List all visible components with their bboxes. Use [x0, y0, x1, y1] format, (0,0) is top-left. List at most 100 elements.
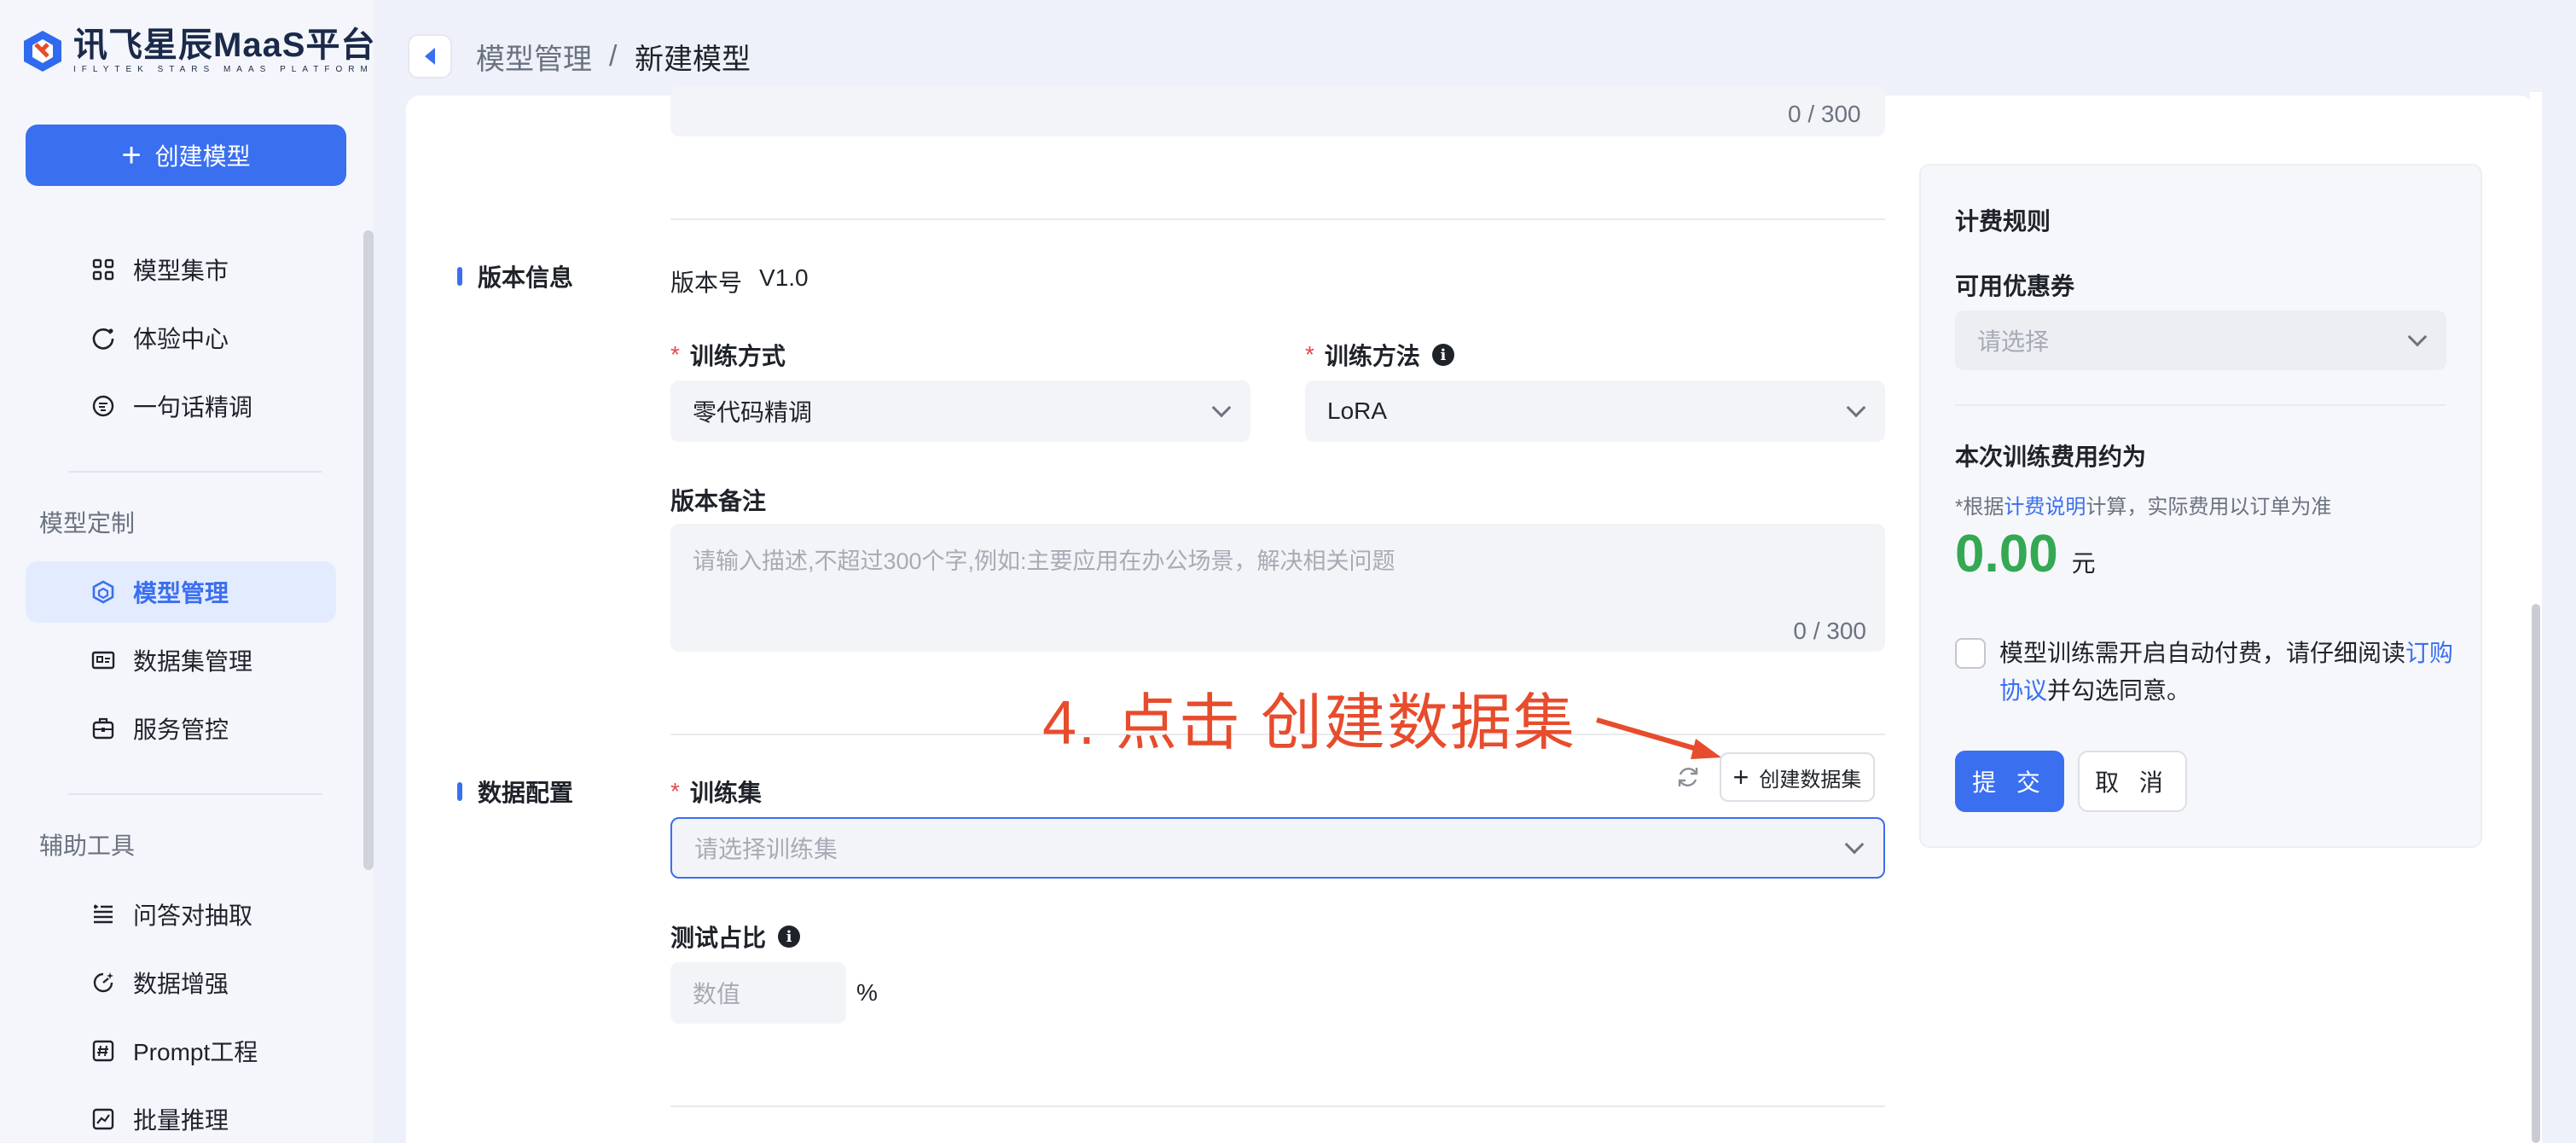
- train-method-label: * 训练方法 i: [1305, 338, 1454, 372]
- sidebar-item-qa-extraction[interactable]: 问答对抽取: [26, 884, 336, 945]
- chevron-down-icon: [1211, 397, 1232, 418]
- brand-subtitle: IFLYTEK STARS MAAS PLATFORM: [73, 65, 374, 74]
- section-data-config: 数据配置: [457, 775, 573, 809]
- sidebar-item-model-market[interactable]: 模型集市: [26, 239, 336, 300]
- grid-icon: [89, 255, 118, 284]
- fee-title: 本次训练费用约为: [1955, 444, 2147, 470]
- test-ratio-label: 测试占比 i: [670, 920, 801, 954]
- coupon-select[interactable]: 请选择: [1955, 310, 2446, 370]
- sparkle-gauge-icon: [89, 968, 118, 997]
- chevron-down-icon: [2407, 327, 2428, 347]
- train-mode-select[interactable]: 零代码精调: [670, 380, 1250, 442]
- main-scrollbar-thumb[interactable]: [2532, 604, 2540, 1143]
- brand-title: 讯飞星辰MaaS平台: [73, 26, 376, 64]
- fee-note-link[interactable]: 计费说明: [2004, 496, 2086, 519]
- section-data-config-title: 数据配置: [478, 780, 574, 806]
- train-method-value: LoRA: [1327, 397, 1388, 424]
- trainset-placeholder: 请选择训练集: [694, 836, 838, 862]
- chevron-down-icon: [1846, 397, 1866, 418]
- sidebar-item-prompt-engineering[interactable]: Prompt工程: [26, 1020, 336, 1082]
- sidebar-item-dataset-management[interactable]: 数据集管理: [26, 630, 336, 691]
- section-version-info-title: 版本信息: [478, 264, 574, 291]
- sidebar-item-data-augmentation[interactable]: 数据增强: [26, 952, 336, 1013]
- agreement-checkbox[interactable]: [1955, 638, 1986, 669]
- agreement-prefix: 模型训练需开启自动付费，请仔细阅读: [1999, 640, 2406, 666]
- test-ratio-input[interactable]: 数值: [670, 962, 846, 1024]
- required-mark: *: [1305, 341, 1314, 368]
- coupon-placeholder: 请选择: [1977, 328, 2050, 355]
- plus-icon: +: [121, 136, 142, 174]
- breadcrumb-parent[interactable]: 模型管理: [476, 34, 592, 78]
- test-ratio-placeholder: 数值: [693, 981, 741, 1007]
- section-marker: [457, 267, 462, 286]
- test-ratio-label-text: 测试占比: [670, 925, 767, 951]
- create-dataset-label: 创建数据集: [1759, 768, 1862, 792]
- create-model-button[interactable]: + 创建模型: [26, 125, 346, 186]
- iflytek-logo-icon: [24, 31, 61, 72]
- test-ratio-unit: %: [856, 979, 878, 1006]
- robot-icon: [89, 714, 118, 743]
- fee-amount: 0.00 元: [1955, 524, 2096, 584]
- breadcrumb-separator: /: [609, 39, 618, 73]
- section-divider: [670, 1105, 1885, 1107]
- refresh-circle-icon: [89, 323, 118, 352]
- trainset-label-text: 训练集: [689, 780, 762, 806]
- annotation-arrow-icon: [1596, 717, 1721, 759]
- trainset-label: * 训练集: [670, 775, 762, 809]
- plus-icon: +: [1732, 762, 1749, 792]
- agreement-text: 模型训练需开启自动付费，请仔细阅读订购协议并勾选同意。: [1999, 635, 2460, 710]
- billing-title: 计费规则: [1955, 208, 2051, 235]
- section-marker: [457, 782, 462, 801]
- submit-button[interactable]: 提 交: [1955, 751, 2064, 812]
- sidebar-item-model-management[interactable]: 模型管理: [26, 561, 336, 623]
- billing-divider: [1955, 404, 2446, 406]
- sidebar-divider: [68, 793, 322, 795]
- version-note-counter: 0 / 300: [1793, 618, 1866, 644]
- version-number: 版本号 V1.0: [670, 264, 809, 299]
- create-model-label: 创建模型: [154, 143, 251, 170]
- sidebar-item-service-control[interactable]: 服务管控: [26, 698, 336, 759]
- sidebar-section-tools: 辅助工具: [39, 833, 136, 859]
- create-dataset-button[interactable]: + 创建数据集: [1720, 752, 1875, 802]
- brand-logo[interactable]: 讯飞星辰MaaS平台 IFLYTEK STARS MAAS PLATFORM: [19, 24, 376, 78]
- section-divider: [670, 218, 1885, 220]
- sidebar-item-one-sentence-tuning[interactable]: 一句话精调: [26, 375, 336, 437]
- train-method-select[interactable]: LoRA: [1305, 380, 1885, 442]
- cube-icon: [89, 577, 118, 606]
- sidebar-section-custom: 模型定制: [39, 510, 136, 537]
- back-arrow-icon: [425, 48, 435, 65]
- back-button[interactable]: [408, 34, 452, 78]
- fee-amount-value: 0.00: [1955, 525, 2058, 583]
- train-mode-value: 零代码精调: [693, 399, 813, 426]
- sidebar-scrollbar[interactable]: [363, 230, 374, 870]
- hash-icon: [89, 1036, 118, 1065]
- agreement-suffix: 并勾选同意。: [2047, 677, 2191, 704]
- train-mode-label-text: 训练方式: [689, 343, 786, 369]
- cancel-button[interactable]: 取 消: [2078, 751, 2187, 812]
- refresh-icon[interactable]: [1674, 763, 1703, 792]
- version-note-textarea[interactable]: 请输入描述,不超过300个字,例如:主要应用在办公场景，解决相关问题 0 / 3…: [670, 524, 1885, 652]
- sidebar-item-experience-center[interactable]: 体验中心: [26, 307, 336, 368]
- description-textarea[interactable]: [670, 85, 1885, 136]
- info-icon[interactable]: i: [778, 925, 801, 948]
- sidebar-item-batch-inference[interactable]: 批量推理: [26, 1088, 336, 1143]
- fee-note-suffix: 计算，实际费用以订单为准: [2086, 496, 2332, 519]
- breadcrumb-current: 新建模型: [635, 43, 751, 76]
- trainset-select[interactable]: 请选择训练集: [670, 817, 1885, 879]
- version-note-placeholder: 请输入描述,不超过300个字,例如:主要应用在办公场景，解决相关问题: [693, 548, 1395, 574]
- train-method-label-text: 训练方法: [1324, 343, 1420, 369]
- version-label: 版本号: [670, 270, 743, 296]
- chat-bubble-icon: [89, 392, 118, 421]
- description-counter: 0 / 300: [1788, 101, 1861, 127]
- dataset-icon: [89, 646, 118, 675]
- tutorial-annotation: 4. 点击 创建数据集: [1042, 689, 1577, 757]
- required-mark: *: [670, 341, 680, 368]
- chevron-down-icon: [1844, 834, 1865, 855]
- section-version-info: 版本信息: [457, 259, 573, 293]
- sidebar-divider: [68, 471, 322, 473]
- version-value: V1.0: [759, 264, 809, 291]
- required-mark: *: [670, 778, 680, 804]
- fee-note-prefix: *根据: [1955, 496, 2005, 519]
- train-mode-label: * 训练方式: [670, 338, 786, 372]
- info-icon[interactable]: i: [1431, 344, 1454, 366]
